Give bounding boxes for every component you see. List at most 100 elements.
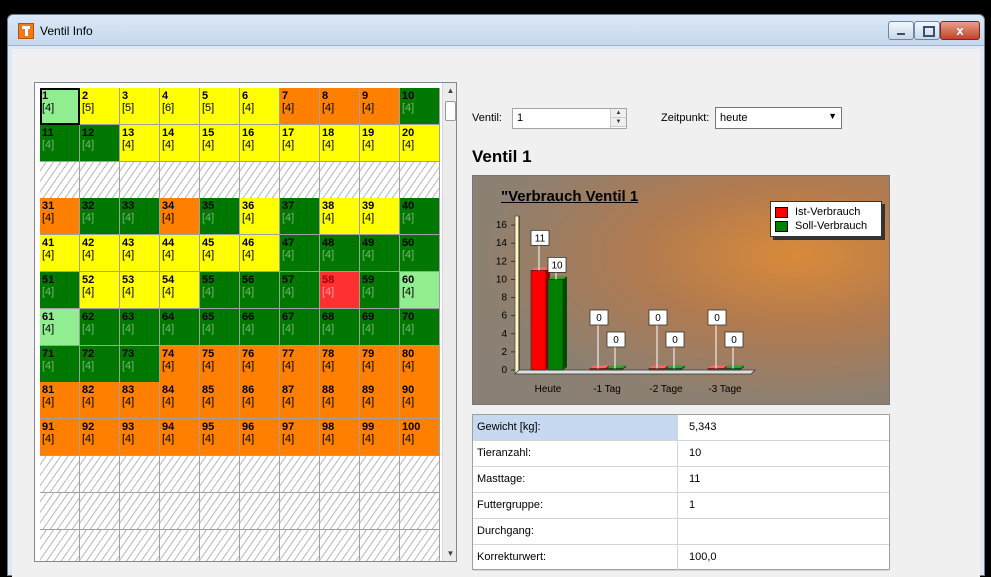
valve-cell[interactable]: 50 [4] bbox=[400, 235, 440, 272]
valve-cell[interactable]: 82 [4] bbox=[80, 382, 120, 419]
empty-valve-cell[interactable] bbox=[200, 456, 240, 493]
valve-cell[interactable]: 11 [4] bbox=[40, 125, 80, 162]
empty-valve-cell[interactable] bbox=[280, 530, 320, 561]
table-row[interactable]: Futtergruppe: 1 bbox=[473, 493, 889, 519]
empty-valve-cell[interactable] bbox=[160, 530, 200, 561]
empty-valve-cell[interactable] bbox=[360, 493, 400, 530]
valve-cell[interactable]: 89 [4] bbox=[360, 382, 400, 419]
valve-cell[interactable]: 76 [4] bbox=[240, 346, 280, 383]
table-row[interactable]: Masttage: 11 bbox=[473, 467, 889, 493]
empty-valve-cell[interactable] bbox=[40, 162, 80, 199]
valve-cell[interactable]: 39 [4] bbox=[360, 198, 400, 235]
valve-cell[interactable]: 59 [4] bbox=[360, 272, 400, 309]
empty-valve-cell[interactable] bbox=[240, 456, 280, 493]
valve-cell[interactable]: 5 [5] bbox=[200, 88, 240, 125]
valve-cell[interactable]: 77 [4] bbox=[280, 346, 320, 383]
valve-cell[interactable]: 18 [4] bbox=[320, 125, 360, 162]
empty-valve-cell[interactable] bbox=[80, 493, 120, 530]
valve-cell[interactable]: 83 [4] bbox=[120, 382, 160, 419]
table-row[interactable]: Tieranzahl: 10 bbox=[473, 441, 889, 467]
valve-cell[interactable]: 96 [4] bbox=[240, 419, 280, 456]
valve-cell[interactable]: 52 [4] bbox=[80, 272, 120, 309]
valve-cell[interactable]: 98 [4] bbox=[320, 419, 360, 456]
empty-valve-cell[interactable] bbox=[400, 456, 440, 493]
valve-cell[interactable]: 44 [4] bbox=[160, 235, 200, 272]
valve-cell[interactable]: 8 [4] bbox=[320, 88, 360, 125]
valve-cell[interactable]: 61 [4] bbox=[40, 309, 80, 346]
valve-cell[interactable]: 93 [4] bbox=[120, 419, 160, 456]
valve-cell[interactable]: 63 [4] bbox=[120, 309, 160, 346]
valve-cell[interactable]: 69 [4] bbox=[360, 309, 400, 346]
valve-cell[interactable]: 32 [4] bbox=[80, 198, 120, 235]
valve-cell[interactable]: 51 [4] bbox=[40, 272, 80, 309]
empty-valve-cell[interactable] bbox=[400, 162, 440, 199]
vertical-scrollbar[interactable]: ▲ ▼ bbox=[442, 83, 456, 561]
valve-cell[interactable]: 73 [4] bbox=[120, 346, 160, 383]
spin-up-icon[interactable]: ▲ bbox=[611, 109, 626, 118]
valve-cell[interactable]: 3 [5] bbox=[120, 88, 160, 125]
empty-valve-cell[interactable] bbox=[200, 162, 240, 199]
ventil-spinner[interactable]: 1 ▲ ▼ bbox=[512, 108, 627, 129]
empty-valve-cell[interactable] bbox=[80, 162, 120, 199]
valve-cell[interactable]: 48 [4] bbox=[320, 235, 360, 272]
empty-valve-cell[interactable] bbox=[320, 493, 360, 530]
valve-cell[interactable]: 62 [4] bbox=[80, 309, 120, 346]
valve-cell[interactable]: 54 [4] bbox=[160, 272, 200, 309]
valve-cell[interactable]: 78 [4] bbox=[320, 346, 360, 383]
empty-valve-cell[interactable] bbox=[240, 493, 280, 530]
valve-cell[interactable]: 14 [4] bbox=[160, 125, 200, 162]
valve-cell[interactable]: 4 [6] bbox=[160, 88, 200, 125]
empty-valve-cell[interactable] bbox=[80, 456, 120, 493]
empty-valve-cell[interactable] bbox=[320, 530, 360, 561]
valve-cell[interactable]: 47 [4] bbox=[280, 235, 320, 272]
maximize-button[interactable] bbox=[914, 21, 940, 40]
empty-valve-cell[interactable] bbox=[280, 493, 320, 530]
valve-cell[interactable]: 97 [4] bbox=[280, 419, 320, 456]
valve-cell[interactable]: 13 [4] bbox=[120, 125, 160, 162]
empty-valve-cell[interactable] bbox=[160, 493, 200, 530]
valve-cell[interactable]: 15 [4] bbox=[200, 125, 240, 162]
valve-cell[interactable]: 75 [4] bbox=[200, 346, 240, 383]
valve-cell[interactable]: 86 [4] bbox=[240, 382, 280, 419]
valve-cell[interactable]: 87 [4] bbox=[280, 382, 320, 419]
empty-valve-cell[interactable] bbox=[40, 456, 80, 493]
valve-cell[interactable]: 7 [4] bbox=[280, 88, 320, 125]
valve-cell[interactable]: 36 [4] bbox=[240, 198, 280, 235]
valve-cell[interactable]: 38 [4] bbox=[320, 198, 360, 235]
empty-valve-cell[interactable] bbox=[120, 162, 160, 199]
scroll-down-icon[interactable]: ▼ bbox=[443, 546, 456, 561]
valve-cell[interactable]: 43 [4] bbox=[120, 235, 160, 272]
empty-valve-cell[interactable] bbox=[200, 530, 240, 561]
valve-cell[interactable]: 58 [4] bbox=[320, 272, 360, 309]
valve-cell[interactable]: 2 [5] bbox=[80, 88, 120, 125]
valve-cell[interactable]: 68 [4] bbox=[320, 309, 360, 346]
table-row[interactable]: Durchgang: bbox=[473, 519, 889, 545]
empty-valve-cell[interactable] bbox=[120, 493, 160, 530]
valve-cell[interactable]: 90 [4] bbox=[400, 382, 440, 419]
valve-cell[interactable]: 79 [4] bbox=[360, 346, 400, 383]
valve-cell[interactable]: 74 [4] bbox=[160, 346, 200, 383]
valve-cell[interactable]: 37 [4] bbox=[280, 198, 320, 235]
empty-valve-cell[interactable] bbox=[360, 530, 400, 561]
valve-cell[interactable]: 55 [4] bbox=[200, 272, 240, 309]
valve-cell[interactable]: 65 [4] bbox=[200, 309, 240, 346]
spinner-buttons[interactable]: ▲ ▼ bbox=[610, 109, 626, 128]
close-button[interactable]: x bbox=[940, 21, 980, 40]
valve-cell[interactable]: 19 [4] bbox=[360, 125, 400, 162]
valve-cell[interactable]: 60 [4] bbox=[400, 272, 440, 309]
valve-cell[interactable]: 100 [4] bbox=[400, 419, 440, 456]
valve-cell[interactable]: 6 [4] bbox=[240, 88, 280, 125]
empty-valve-cell[interactable] bbox=[40, 530, 80, 561]
empty-valve-cell[interactable] bbox=[40, 493, 80, 530]
valve-cell[interactable]: 20 [4] bbox=[400, 125, 440, 162]
empty-valve-cell[interactable] bbox=[80, 530, 120, 561]
valve-cell[interactable]: 35 [4] bbox=[200, 198, 240, 235]
valve-cell[interactable]: 33 [4] bbox=[120, 198, 160, 235]
valve-cell[interactable]: 42 [4] bbox=[80, 235, 120, 272]
valve-cell[interactable]: 88 [4] bbox=[320, 382, 360, 419]
valve-cell[interactable]: 41 [4] bbox=[40, 235, 80, 272]
empty-valve-cell[interactable] bbox=[400, 530, 440, 561]
valve-cell[interactable]: 57 [4] bbox=[280, 272, 320, 309]
valve-cell[interactable]: 53 [4] bbox=[120, 272, 160, 309]
valve-cell[interactable]: 16 [4] bbox=[240, 125, 280, 162]
